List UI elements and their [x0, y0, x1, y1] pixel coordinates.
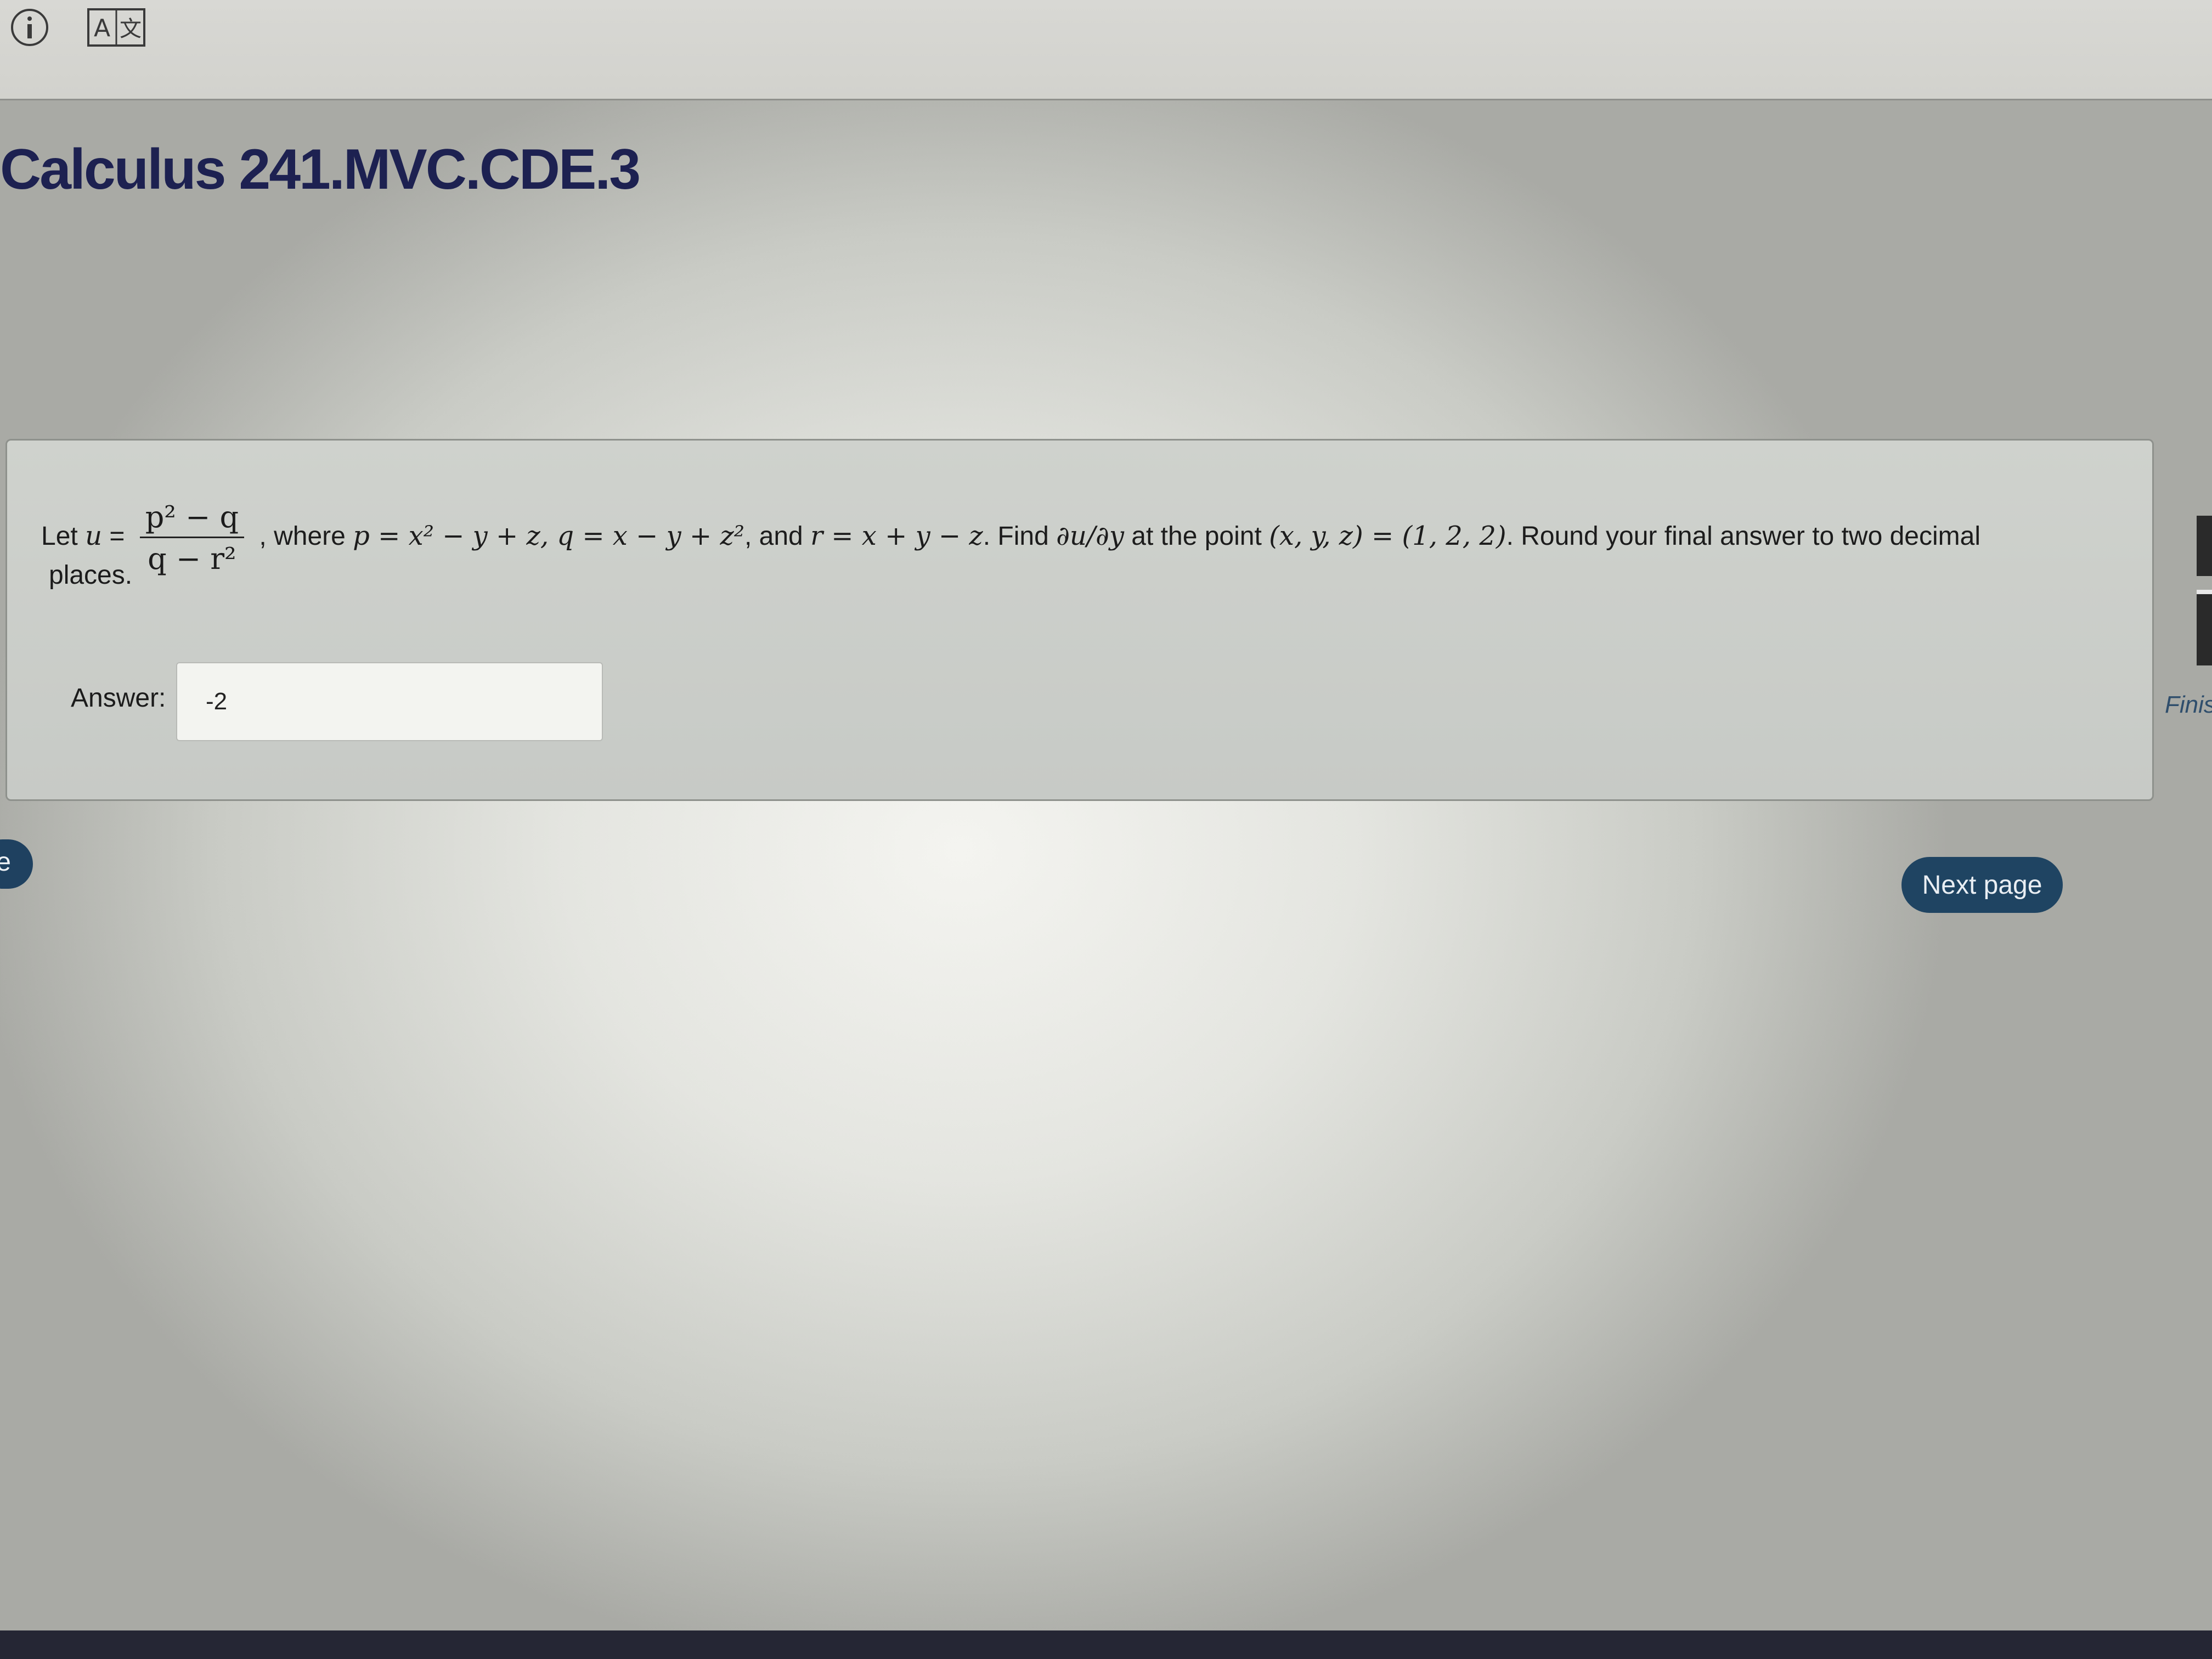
translate-icon[interactable]: A 文	[87, 8, 146, 47]
finish-attempt-link[interactable]: Finis	[2165, 691, 2212, 719]
u-fraction: p² − q q − r²	[139, 500, 245, 576]
page-title: Calculus 241.MVC.CDE.3	[0, 138, 641, 201]
round-text: . Round your final answer to two decimal	[1506, 522, 1980, 551]
top-toolbar: A 文	[0, 0, 2212, 100]
variable-u: u	[85, 521, 102, 552]
question-text: Let u = p² − q q − r² , where p = x² − y…	[41, 500, 2098, 576]
p-definition: p = x² − y + z, q = x − y + z²	[353, 521, 744, 552]
previous-page-button[interactable]: e	[0, 839, 33, 889]
and-text: , and	[744, 522, 803, 551]
places-text: places.	[49, 561, 133, 590]
fraction-denominator: q − r²	[148, 541, 236, 576]
answer-input[interactable]	[176, 662, 603, 741]
screen-bottom-bezel	[0, 1630, 2212, 1659]
svg-text:文: 文	[120, 16, 142, 42]
find-text: . Find	[983, 522, 1049, 551]
fraction-numerator: p² − q	[139, 500, 245, 538]
question-card: Let u = p² − q q − r² , where p = x² − y…	[5, 439, 2154, 801]
point-text: at the point	[1131, 522, 1262, 551]
info-icon[interactable]	[10, 8, 49, 47]
derivative-expression: ∂u/∂y	[1056, 521, 1124, 552]
quiz-nav-block-2[interactable]	[2197, 590, 2212, 665]
svg-text:A: A	[94, 14, 110, 42]
answer-label: Answer:	[71, 684, 166, 713]
next-page-button[interactable]: Next page	[1901, 857, 2063, 913]
question-intro: Let	[41, 522, 78, 551]
equals-sign: =	[109, 522, 125, 551]
r-definition: r = x + y − z	[810, 521, 983, 552]
quiz-nav-block-1[interactable]	[2197, 516, 2212, 576]
point-definition: (x, y, z) = (1, 2, 2)	[1269, 521, 1506, 552]
where-text: , where	[259, 522, 346, 551]
